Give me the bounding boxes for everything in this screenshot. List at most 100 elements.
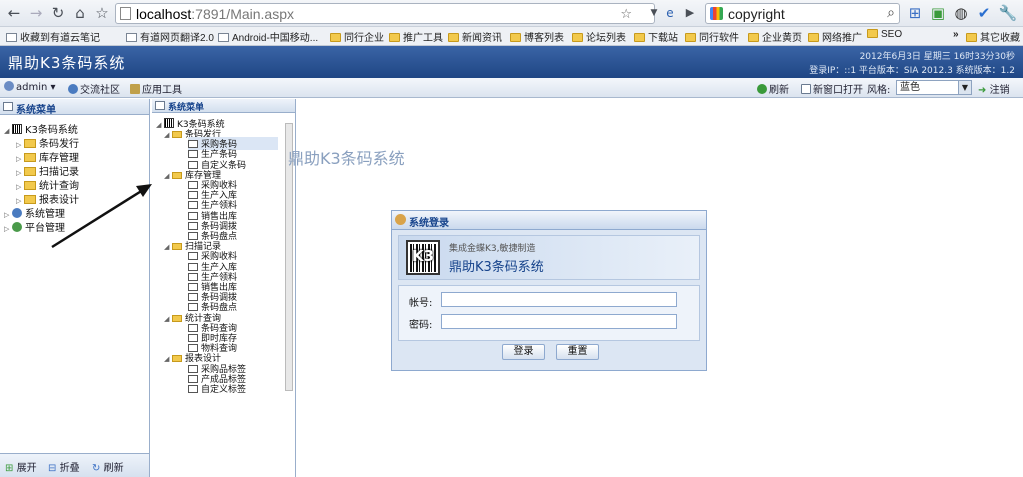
forward-icon[interactable]: → [26, 4, 46, 22]
collapse-icon[interactable]: ◢ [164, 355, 172, 363]
bookmark-item[interactable]: 企业黄页 [748, 29, 802, 44]
bookmark-item[interactable]: 新闻资讯 [448, 29, 502, 44]
address-bar[interactable]: localhost:7891/Main.aspx ☆ [115, 3, 655, 24]
folder-icon [685, 33, 696, 42]
bookmark-label: SEO [881, 29, 903, 40]
expand-icon[interactable]: ▷ [16, 141, 24, 149]
tree-item-system[interactable]: ▷ 系统管理 [4, 205, 65, 220]
tree-item[interactable]: ▷ 库存管理 [16, 149, 79, 164]
login-dialog: 系统登录 K3 集成金蝶K3,敏捷制造 鼎助K3条码系统 帐号: 密码: 登录 … [391, 210, 707, 371]
folder-icon [172, 243, 182, 251]
bookmark-label: 推广工具 [403, 33, 443, 44]
page-icon [126, 33, 137, 42]
reset-button[interactable]: 重置 [556, 344, 599, 360]
logout-button[interactable]: ➜ 注销 [978, 81, 1010, 96]
tree-root[interactable]: ◢ K3条码系统 [4, 121, 78, 136]
bookmark-item[interactable]: 论坛列表 [572, 29, 626, 44]
expand-icon[interactable]: ▷ [16, 169, 24, 177]
collapse-icon[interactable]: ◢ [156, 121, 164, 129]
star-icon[interactable]: ☆ [92, 4, 112, 22]
collapse-icon[interactable]: ◢ [164, 243, 172, 251]
extension-icon[interactable]: ▣ [928, 4, 948, 22]
collapse-icon[interactable]: ◢ [164, 315, 172, 323]
account-input[interactable] [441, 292, 677, 307]
platform-icon [12, 222, 22, 232]
bookmark-item[interactable]: 网络推广 [808, 29, 862, 44]
url-host: localhost [136, 6, 192, 22]
password-input[interactable] [441, 314, 677, 329]
tree-item-platform[interactable]: ▷ 平台管理 [4, 219, 65, 234]
page-icon [6, 33, 17, 42]
community-label: 交流社区 [80, 85, 120, 96]
bookmark-item[interactable]: 同行软件 [685, 29, 739, 44]
mid-panel-title-text: 系统菜单 [168, 103, 205, 113]
expand-button[interactable]: ⊞ 展开 [5, 459, 37, 474]
bookmark-item[interactable]: 同行企业 [330, 29, 384, 44]
refresh-label: 刷新 [769, 85, 789, 96]
style-value: 蓝色 [900, 82, 920, 93]
folder-icon [966, 33, 977, 42]
bookmark-item[interactable]: 博客列表 [510, 29, 564, 44]
bookmark-item[interactable]: 推广工具 [389, 29, 443, 44]
tree-item[interactable]: ▷ 扫描记录 [16, 163, 79, 178]
new-window-button[interactable]: 新窗口打开 [801, 81, 863, 96]
login-button[interactable]: 登录 [502, 344, 545, 360]
bookmark-label: 同行企业 [344, 33, 384, 44]
bookmark-label: 博客列表 [524, 33, 564, 44]
bookmark-item[interactable]: 下载站 [634, 29, 678, 44]
back-icon[interactable]: ← [4, 4, 24, 22]
folder-icon [24, 195, 36, 204]
folder-icon [748, 33, 759, 42]
wrench-icon[interactable]: 🔧 [998, 4, 1018, 22]
tree-item[interactable]: ▷ 报表设计 [16, 191, 79, 206]
tree-refresh-label: 刷新 [103, 463, 124, 474]
bookmark-item[interactable]: Android-中国移动... [218, 29, 318, 44]
extension-check-icon[interactable]: ✔ [974, 4, 994, 22]
menu-icon [155, 101, 165, 110]
community-button[interactable]: 交流社区 [68, 81, 120, 96]
search-icon[interactable]: ⌕ [887, 5, 895, 21]
reload-icon[interactable]: ↻ [48, 4, 68, 22]
user-menu[interactable]: admin ▾ [4, 81, 56, 93]
collapse-all-icon: ⊟ [48, 463, 57, 474]
extension-grid-icon[interactable]: ⊞ [905, 4, 925, 22]
apps-button[interactable]: 应用工具 [130, 81, 182, 96]
folder-icon [172, 171, 182, 179]
collapse-icon[interactable]: ◢ [4, 127, 12, 135]
bookmark-star-icon[interactable]: ☆ [620, 7, 632, 22]
style-select[interactable]: 蓝色 ▼ [896, 80, 972, 95]
search-query: copyright [728, 6, 785, 22]
play-icon[interactable]: ▶ [680, 4, 700, 22]
bookmark-item[interactable]: 有道网页翻译2.0 [126, 29, 214, 44]
bookmark-item[interactable]: SEO [867, 29, 902, 40]
collapse-button[interactable]: ⊟ 折叠 [48, 459, 80, 474]
folder-icon [172, 355, 182, 363]
app-title: 鼎助K3条码系统 [8, 54, 126, 72]
expand-icon[interactable]: ▷ [4, 211, 12, 219]
expand-icon[interactable]: ▷ [16, 155, 24, 163]
collapse-icon[interactable]: ◢ [164, 172, 172, 180]
bookmark-item[interactable]: 收藏到有道云笔记 [6, 29, 100, 44]
search-box[interactable]: copyright ⌕ [705, 3, 900, 24]
mid-tree-item[interactable]: 自定义标签 [188, 382, 246, 395]
tree-item[interactable]: ▷ 条码发行 [16, 135, 79, 150]
chevron-down-icon: ▼ [958, 81, 971, 94]
other-bookmarks[interactable]: 其它收藏 [966, 29, 1020, 44]
extension-globe-icon[interactable]: ◍ [951, 4, 971, 22]
tree-refresh-button[interactable]: ↻ 刷新 [92, 459, 124, 474]
refresh-button[interactable]: 刷新 [757, 81, 789, 96]
bookmark-label: 下载站 [648, 33, 678, 44]
folder-icon [24, 167, 36, 176]
folder-icon [172, 314, 182, 322]
welcome-text: 鼎助K3条码系统 [288, 149, 405, 168]
home-icon[interactable]: ⌂ [70, 4, 90, 22]
collapse-icon[interactable]: ◢ [164, 131, 172, 139]
url-path: :7891/Main.aspx [191, 6, 294, 22]
ie-tab-icon[interactable]: e [660, 4, 680, 22]
expand-icon[interactable]: ▷ [4, 225, 12, 233]
expand-icon[interactable]: ▷ [16, 183, 24, 191]
bookmarks-more[interactable]: » [953, 29, 959, 40]
apps-label: 应用工具 [142, 85, 182, 96]
expand-icon[interactable]: ▷ [16, 197, 24, 205]
tree-item[interactable]: ▷ 统计查询 [16, 177, 79, 192]
